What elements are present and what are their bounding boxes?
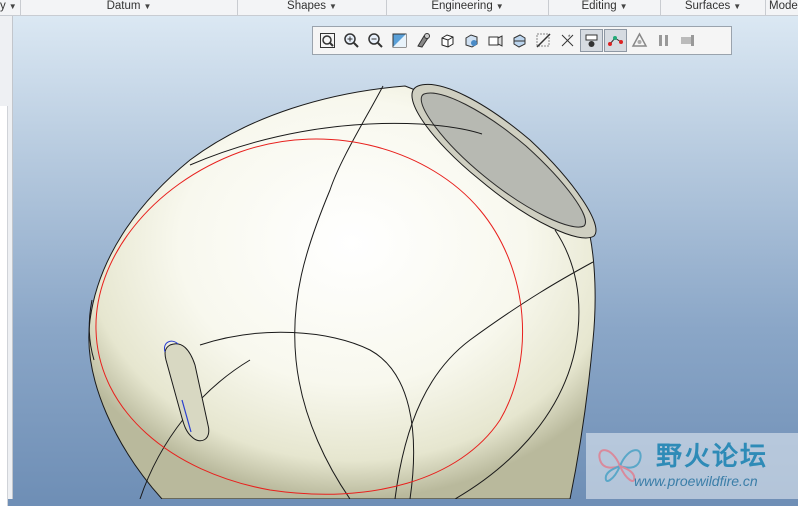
saved-orientations-icon: [441, 34, 454, 48]
ribbon-group-engineering[interactable]: Engineering ▼: [387, 0, 549, 15]
display-style-button[interactable]: [412, 29, 435, 52]
repaint-button[interactable]: [388, 29, 411, 52]
annotation-display-icon: [536, 33, 551, 48]
part-model-render: [88, 84, 597, 499]
ribbon-group-datum[interactable]: Datum ▼: [21, 0, 238, 15]
chevron-down-icon: ▼: [8, 2, 17, 11]
ribbon-group-label: Mode: [769, 0, 798, 12]
view-toolbar: *: [312, 26, 732, 55]
repaint-icon: [392, 33, 407, 48]
ribbon-group-label: Surfaces: [684, 0, 731, 12]
annotation-display-button[interactable]: [532, 29, 555, 52]
section-button[interactable]: [508, 29, 531, 52]
chevron-down-icon: ▼: [143, 2, 152, 11]
appearance-button[interactable]: [628, 29, 651, 52]
perspective-view-button[interactable]: [484, 29, 507, 52]
chevron-down-icon: ▼: [619, 2, 628, 11]
ribbon-group-label: y: [0, 0, 6, 12]
ribbon-group-surfaces[interactable]: Surfaces ▼: [661, 0, 766, 15]
chevron-down-icon: ▼: [329, 2, 337, 11]
ribbon-group-label: Datum: [106, 0, 141, 12]
chevron-down-icon: ▼: [495, 2, 504, 11]
spin-center-button[interactable]: [580, 29, 603, 52]
resume-button[interactable]: [676, 29, 699, 52]
sketch-display-button[interactable]: [604, 29, 627, 52]
zoom-in-icon: [344, 33, 359, 48]
sketch-display-icon: [608, 36, 623, 46]
refit-icon: [320, 33, 335, 48]
watermark-title: 野火论坛: [656, 442, 769, 472]
ribbon-group-bar: y ▼ Datum ▼ Shapes ▼ Engineering ▼ Editing ▼ …: [0, 0, 798, 16]
ribbon-group-label: Engineering: [431, 0, 493, 12]
saved-orientations-button[interactable]: [436, 29, 459, 52]
ribbon-group-label: Editing: [581, 0, 617, 12]
zoom-out-button[interactable]: [364, 29, 387, 52]
watermark-url: www.proewildfire.cn: [634, 473, 758, 489]
model-tree-panel[interactable]: [0, 16, 13, 506]
view-manager-button[interactable]: [460, 29, 483, 52]
zoom-in-button[interactable]: [340, 29, 363, 52]
section-icon: [513, 34, 526, 48]
pause-button[interactable]: [652, 29, 675, 52]
ribbon-group-editing[interactable]: Editing ▼: [549, 0, 661, 15]
ribbon-group-label: Shapes: [287, 0, 327, 12]
datum-display-icon: *: [561, 34, 574, 47]
ribbon-group-mode[interactable]: Mode: [766, 0, 798, 15]
pause-icon: [659, 35, 668, 46]
ribbon-group-shapes[interactable]: Shapes ▼: [238, 0, 387, 15]
appearance-icon: [631, 32, 648, 47]
display-style-icon: [417, 33, 430, 48]
view-manager-icon: [465, 34, 478, 48]
ribbon-group-y[interactable]: y ▼: [0, 0, 21, 15]
chevron-down-icon: ▼: [733, 2, 742, 11]
model-tree-strip: [0, 106, 8, 506]
resume-icon: [681, 35, 694, 46]
datum-display-button[interactable]: *: [556, 29, 579, 52]
refit-button[interactable]: [316, 29, 339, 52]
zoom-out-icon: [368, 33, 383, 48]
perspective-view-icon: [488, 35, 503, 47]
graphics-window[interactable]: [13, 16, 798, 499]
spin-center-icon: [585, 34, 598, 47]
